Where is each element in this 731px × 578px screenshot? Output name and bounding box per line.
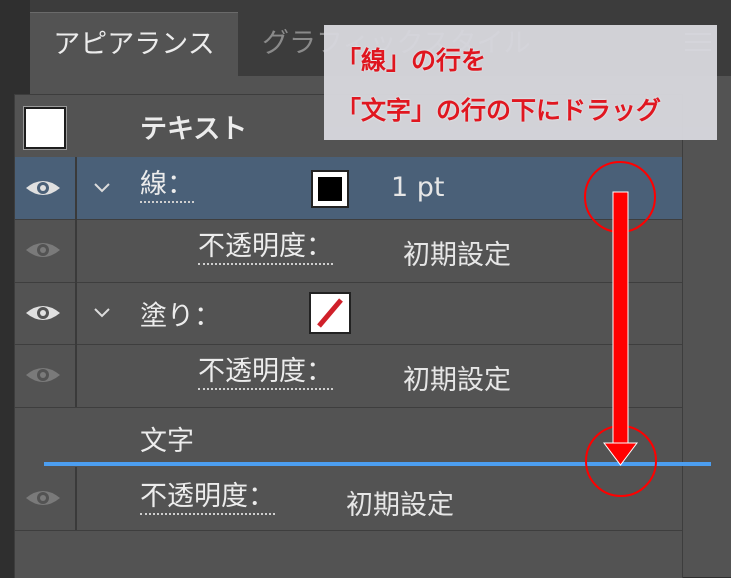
row-divider	[75, 344, 77, 407]
characters-row[interactable]: 文字	[15, 407, 682, 461]
annotation-callout: 「線」の行を 「文字」の行の下にドラッグ	[324, 25, 717, 140]
stroke-opacity-value: 初期設定	[403, 240, 511, 271]
fill-opacity-value: 初期設定	[403, 365, 511, 396]
annotation-line-1: 「線」の行を	[336, 46, 487, 75]
characters-label[interactable]: 文字	[140, 419, 194, 458]
stroke-row[interactable]: 線： 1 pt	[15, 157, 682, 220]
text-opacity-label[interactable]: 不透明度：	[140, 481, 275, 515]
stroke-color-swatch[interactable]	[311, 170, 349, 208]
row-divider	[75, 467, 77, 530]
row-divider	[75, 219, 77, 282]
visibility-eye-icon[interactable]	[23, 230, 63, 270]
text-opacity-value: 初期設定	[346, 490, 454, 521]
appearance-list: テキスト 線： 1 pt 不透明度： 初期設定 塗り： 不透明度： 初期設定 文…	[14, 94, 683, 578]
fill-opacity-row[interactable]: 不透明度： 初期設定	[15, 344, 682, 408]
annotation-line-2: 「文字」の行の下にドラッグ	[336, 96, 662, 125]
text-object-thumbnail	[24, 107, 66, 149]
drop-indicator-line	[44, 462, 711, 466]
stroke-opacity-label[interactable]: 不透明度：	[198, 231, 333, 265]
tab-appearance[interactable]: アピアランス	[30, 12, 238, 77]
chevron-down-icon[interactable]	[92, 181, 112, 195]
row-divider	[75, 282, 77, 344]
visibility-eye-icon[interactable]	[23, 478, 63, 518]
fill-opacity-label[interactable]: 不透明度：	[198, 356, 333, 390]
text-opacity-row[interactable]: 不透明度： 初期設定	[15, 467, 682, 531]
visibility-eye-icon[interactable]	[23, 293, 63, 333]
fill-row[interactable]: 塗り：	[15, 282, 682, 345]
visibility-eye-icon[interactable]	[23, 355, 63, 395]
chevron-down-icon[interactable]	[92, 306, 112, 320]
fill-label[interactable]: 塗り：	[140, 294, 221, 333]
stroke-weight-value[interactable]: 1 pt	[391, 172, 445, 203]
stroke-opacity-row[interactable]: 不透明度： 初期設定	[15, 219, 682, 283]
visibility-eye-icon[interactable]	[23, 168, 63, 208]
fill-none-swatch-icon[interactable]	[309, 292, 351, 334]
text-object-label: テキスト	[140, 114, 248, 145]
row-divider	[75, 157, 77, 219]
stroke-label[interactable]: 線：	[140, 169, 194, 203]
